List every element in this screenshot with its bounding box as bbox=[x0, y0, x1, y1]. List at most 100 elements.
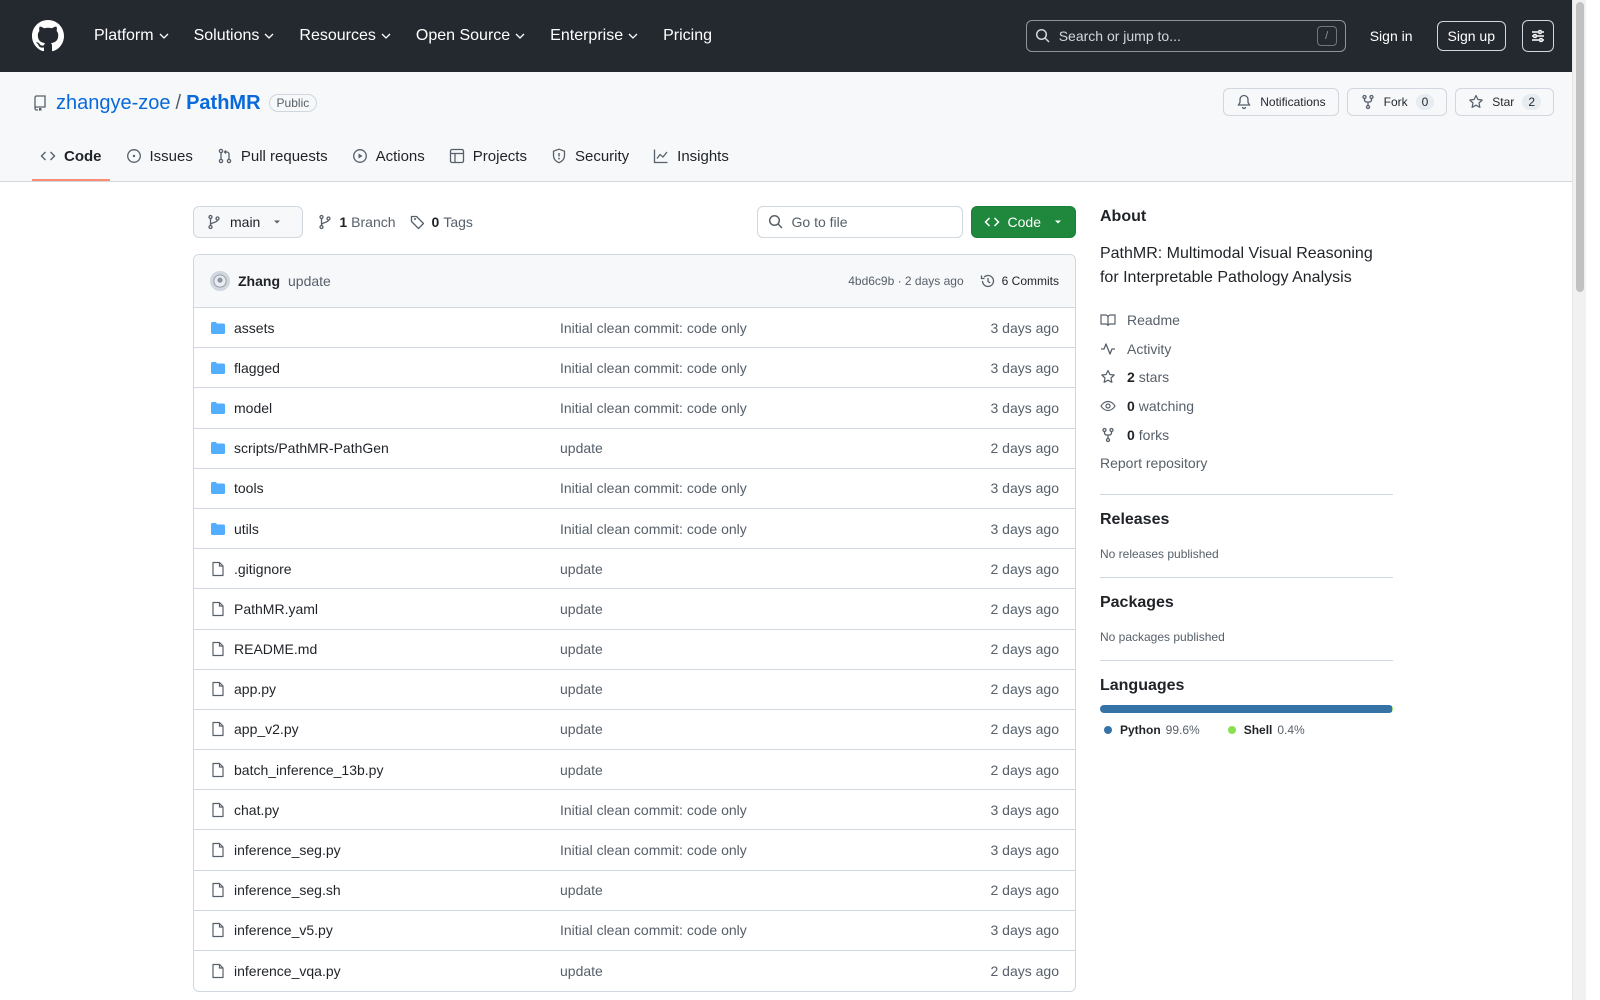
table-row[interactable]: chat.py Initial clean commit: code only 3 … bbox=[194, 790, 1075, 831]
table-row[interactable]: inference_v5.py Initial clean commit: cod… bbox=[194, 911, 1075, 951]
tags-link[interactable]: 0 Tags bbox=[410, 214, 473, 230]
table-row[interactable]: app_v2.py update 2 days ago bbox=[194, 710, 1075, 751]
table-row[interactable]: utils Initial clean commit: code only 3 da… bbox=[194, 509, 1075, 550]
commit-message-link[interactable]: update bbox=[288, 273, 331, 289]
file-commit-message-link[interactable]: update bbox=[560, 440, 990, 456]
fork-button[interactable]: Fork 0 bbox=[1346, 88, 1448, 116]
file-name-link[interactable]: flagged bbox=[234, 360, 560, 376]
github-logo-icon[interactable] bbox=[32, 20, 64, 52]
file-name-link[interactable]: app_v2.py bbox=[234, 721, 560, 737]
readme-link[interactable]: Readme bbox=[1100, 306, 1393, 335]
language-name: Shell bbox=[1243, 722, 1273, 737]
sign-up-button[interactable]: Sign up bbox=[1436, 21, 1506, 51]
table-row[interactable]: scripts/PathMR-PathGen update 2 days ago bbox=[194, 429, 1075, 469]
report-repository-link[interactable]: Report repository bbox=[1100, 449, 1393, 478]
file-name-link[interactable]: scripts/PathMR-PathGen bbox=[234, 440, 560, 456]
file-name-link[interactable]: inference_seg.py bbox=[234, 842, 560, 858]
file-name-link[interactable]: assets bbox=[234, 320, 560, 336]
table-row[interactable]: batch_inference_13b.py update 2 days ago bbox=[194, 750, 1075, 791]
file-name-link[interactable]: model bbox=[234, 400, 560, 416]
file-name-link[interactable]: README.md bbox=[234, 641, 560, 657]
file-name-link[interactable]: utils bbox=[234, 521, 560, 537]
star-button[interactable]: Star 2 bbox=[1455, 88, 1554, 116]
table-row[interactable]: README.md update 2 days ago bbox=[194, 630, 1075, 670]
file-name-link[interactable]: app.py bbox=[234, 681, 560, 697]
repo-name-link[interactable]: PathMR bbox=[186, 92, 260, 115]
notifications-button[interactable]: Notifications bbox=[1223, 88, 1339, 116]
file-commit-message-link[interactable]: update bbox=[560, 681, 990, 697]
file-commit-message-link[interactable]: update bbox=[560, 762, 990, 778]
commit-meta[interactable]: 4bd6c9b · 2 days ago bbox=[848, 274, 963, 288]
file-commit-message-link[interactable]: update bbox=[560, 561, 990, 577]
file-commit-message-link[interactable]: update bbox=[560, 882, 990, 898]
tab-actions[interactable]: Actions bbox=[344, 133, 433, 181]
file-commit-message-link[interactable]: Initial clean commit: code only bbox=[560, 320, 990, 336]
tab-issues[interactable]: Issues bbox=[118, 133, 201, 181]
watching-link[interactable]: 0 watching bbox=[1100, 392, 1393, 421]
file-commit-message-link[interactable]: Initial clean commit: code only bbox=[560, 922, 990, 938]
nav-pricing[interactable]: Pricing bbox=[655, 20, 720, 52]
repo-owner-link[interactable]: zhangye-zoe bbox=[56, 92, 171, 115]
table-row[interactable]: tools Initial clean commit: code only 3 da… bbox=[194, 469, 1075, 509]
file-commit-message-link[interactable]: update bbox=[560, 963, 990, 979]
tab-insights[interactable]: Insights bbox=[645, 133, 737, 181]
tab-code[interactable]: Code bbox=[32, 133, 110, 181]
language-python[interactable]: Python 99.6% bbox=[1100, 723, 1200, 737]
file-commit-message-link[interactable]: Initial clean commit: code only bbox=[560, 802, 990, 818]
activity-link[interactable]: Activity bbox=[1100, 335, 1393, 364]
file-name-link[interactable]: chat.py bbox=[234, 802, 560, 818]
forks-link[interactable]: 0 forks bbox=[1100, 420, 1393, 449]
table-row[interactable]: model Initial clean commit: code only 3 da… bbox=[194, 388, 1075, 429]
table-row[interactable]: .gitignore update 2 days ago bbox=[194, 549, 1075, 590]
file-commit-message-link[interactable]: Initial clean commit: code only bbox=[560, 842, 990, 858]
table-row[interactable]: app.py update 2 days ago bbox=[194, 670, 1075, 710]
file-name-link[interactable]: PathMR.yaml bbox=[234, 601, 560, 617]
folder-icon bbox=[210, 400, 226, 416]
nav-open-source[interactable]: Open Source bbox=[408, 20, 534, 52]
file-commit-message-link[interactable]: Initial clean commit: code only bbox=[560, 360, 990, 376]
file-commit-message-link[interactable]: Initial clean commit: code only bbox=[560, 400, 990, 416]
branch-selector-button[interactable]: main bbox=[193, 206, 304, 238]
avatar[interactable] bbox=[210, 271, 230, 291]
sign-in-link[interactable]: Sign in bbox=[1370, 28, 1413, 44]
file-name-link[interactable]: inference_vqa.py bbox=[234, 963, 560, 979]
file-commit-message-link[interactable]: update bbox=[560, 641, 990, 657]
nav-enterprise[interactable]: Enterprise bbox=[542, 20, 647, 52]
table-row[interactable]: inference_vqa.py update 2 days ago bbox=[194, 951, 1075, 991]
table-row[interactable]: PathMR.yaml update 2 days ago bbox=[194, 589, 1075, 630]
commits-history-link[interactable]: 6 Commits bbox=[980, 273, 1059, 289]
table-row[interactable]: flagged Initial clean commit: code only 3 … bbox=[194, 348, 1075, 389]
file-name-link[interactable]: inference_seg.sh bbox=[234, 882, 560, 898]
branches-link[interactable]: 1 Branch bbox=[317, 214, 396, 230]
table-row[interactable]: inference_seg.sh update 2 days ago bbox=[194, 871, 1075, 911]
table-row[interactable]: inference_seg.py Initial clean commit: co… bbox=[194, 830, 1075, 871]
tab-projects[interactable]: Projects bbox=[441, 133, 535, 181]
go-to-file-input[interactable]: Go to file bbox=[756, 206, 963, 238]
file-commit-time: 2 days ago bbox=[990, 681, 1059, 698]
file-commit-message-link[interactable]: Initial clean commit: code only bbox=[560, 521, 990, 537]
global-search-input[interactable]: Search or jump to... / bbox=[1025, 20, 1346, 52]
chevron-down-icon bbox=[628, 33, 638, 39]
releases-heading[interactable]: Releases bbox=[1100, 511, 1393, 529]
table-row[interactable]: assets Initial clean commit: code only 3 d… bbox=[194, 308, 1075, 349]
page-scrollbar[interactable] bbox=[1572, 0, 1586, 1000]
nav-resources[interactable]: Resources bbox=[291, 20, 399, 52]
file-commit-message-link[interactable]: update bbox=[560, 601, 990, 617]
stars-link[interactable]: 2 stars bbox=[1100, 363, 1393, 392]
scrollbar-thumb[interactable] bbox=[1576, 2, 1584, 292]
file-name-link[interactable]: batch_inference_13b.py bbox=[234, 762, 560, 778]
language-shell[interactable]: Shell 0.4% bbox=[1224, 723, 1305, 737]
file-name-link[interactable]: inference_v5.py bbox=[234, 922, 560, 938]
file-commit-message-link[interactable]: Initial clean commit: code only bbox=[560, 480, 990, 496]
nav-solutions[interactable]: Solutions bbox=[186, 20, 284, 52]
tab-pull-requests[interactable]: Pull requests bbox=[209, 133, 336, 181]
tab-security[interactable]: Security bbox=[543, 133, 637, 181]
packages-heading[interactable]: Packages bbox=[1100, 594, 1393, 612]
code-dropdown-button[interactable]: Code bbox=[970, 206, 1076, 238]
file-commit-message-link[interactable]: update bbox=[560, 721, 990, 737]
menu-button[interactable] bbox=[1522, 20, 1554, 52]
file-name-link[interactable]: tools bbox=[234, 480, 560, 496]
nav-platform[interactable]: Platform bbox=[86, 20, 178, 52]
file-name-link[interactable]: .gitignore bbox=[234, 561, 560, 577]
commit-author-link[interactable]: Zhang bbox=[238, 273, 280, 289]
